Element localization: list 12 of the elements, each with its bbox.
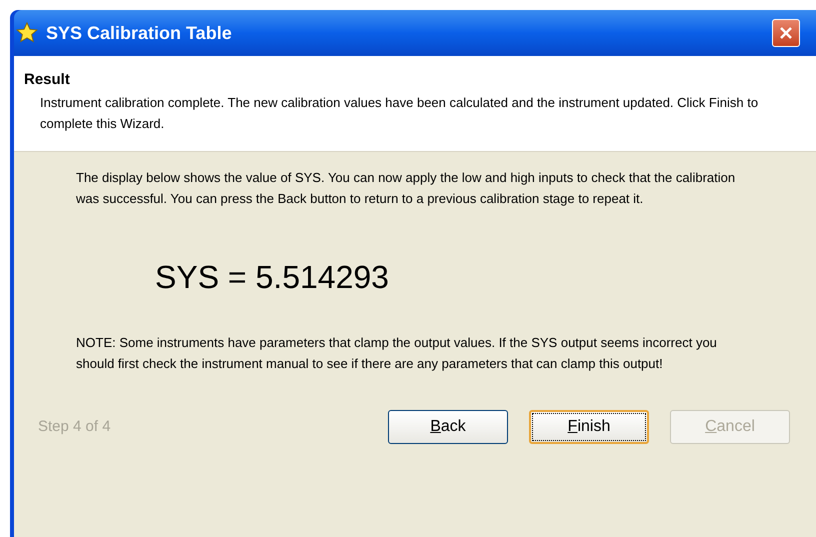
close-icon: [778, 25, 794, 41]
window-title: SYS Calibration Table: [46, 22, 232, 44]
star-icon: [16, 22, 38, 44]
step-indicator: Step 4 of 4: [38, 416, 111, 437]
wizard-button[interactable]: Finish: [529, 410, 649, 444]
header-description: Instrument calibration complete. The new calibration values have been calculated and the instrument updated. Click Finish to complete this Wizard.: [40, 94, 760, 133]
close-button[interactable]: [772, 19, 800, 47]
note-text: NOTE: Some instruments have parameters that clamp the output values. If the SYS output seems incorrect you should first check the instrument manual to see if there are any parameters that can clamp this output!: [76, 334, 718, 373]
intro-text: The display below shows the value of SYS. You can now apply the low and high inputs to check that the calibration was successful. You can press the Back button to return to a previous calibration stage to repeat it.: [76, 169, 736, 208]
wizard-button[interactable]: Back: [388, 410, 508, 444]
sys-value: SYS = 5.514293: [155, 258, 390, 297]
header-title: Result: [24, 70, 71, 90]
